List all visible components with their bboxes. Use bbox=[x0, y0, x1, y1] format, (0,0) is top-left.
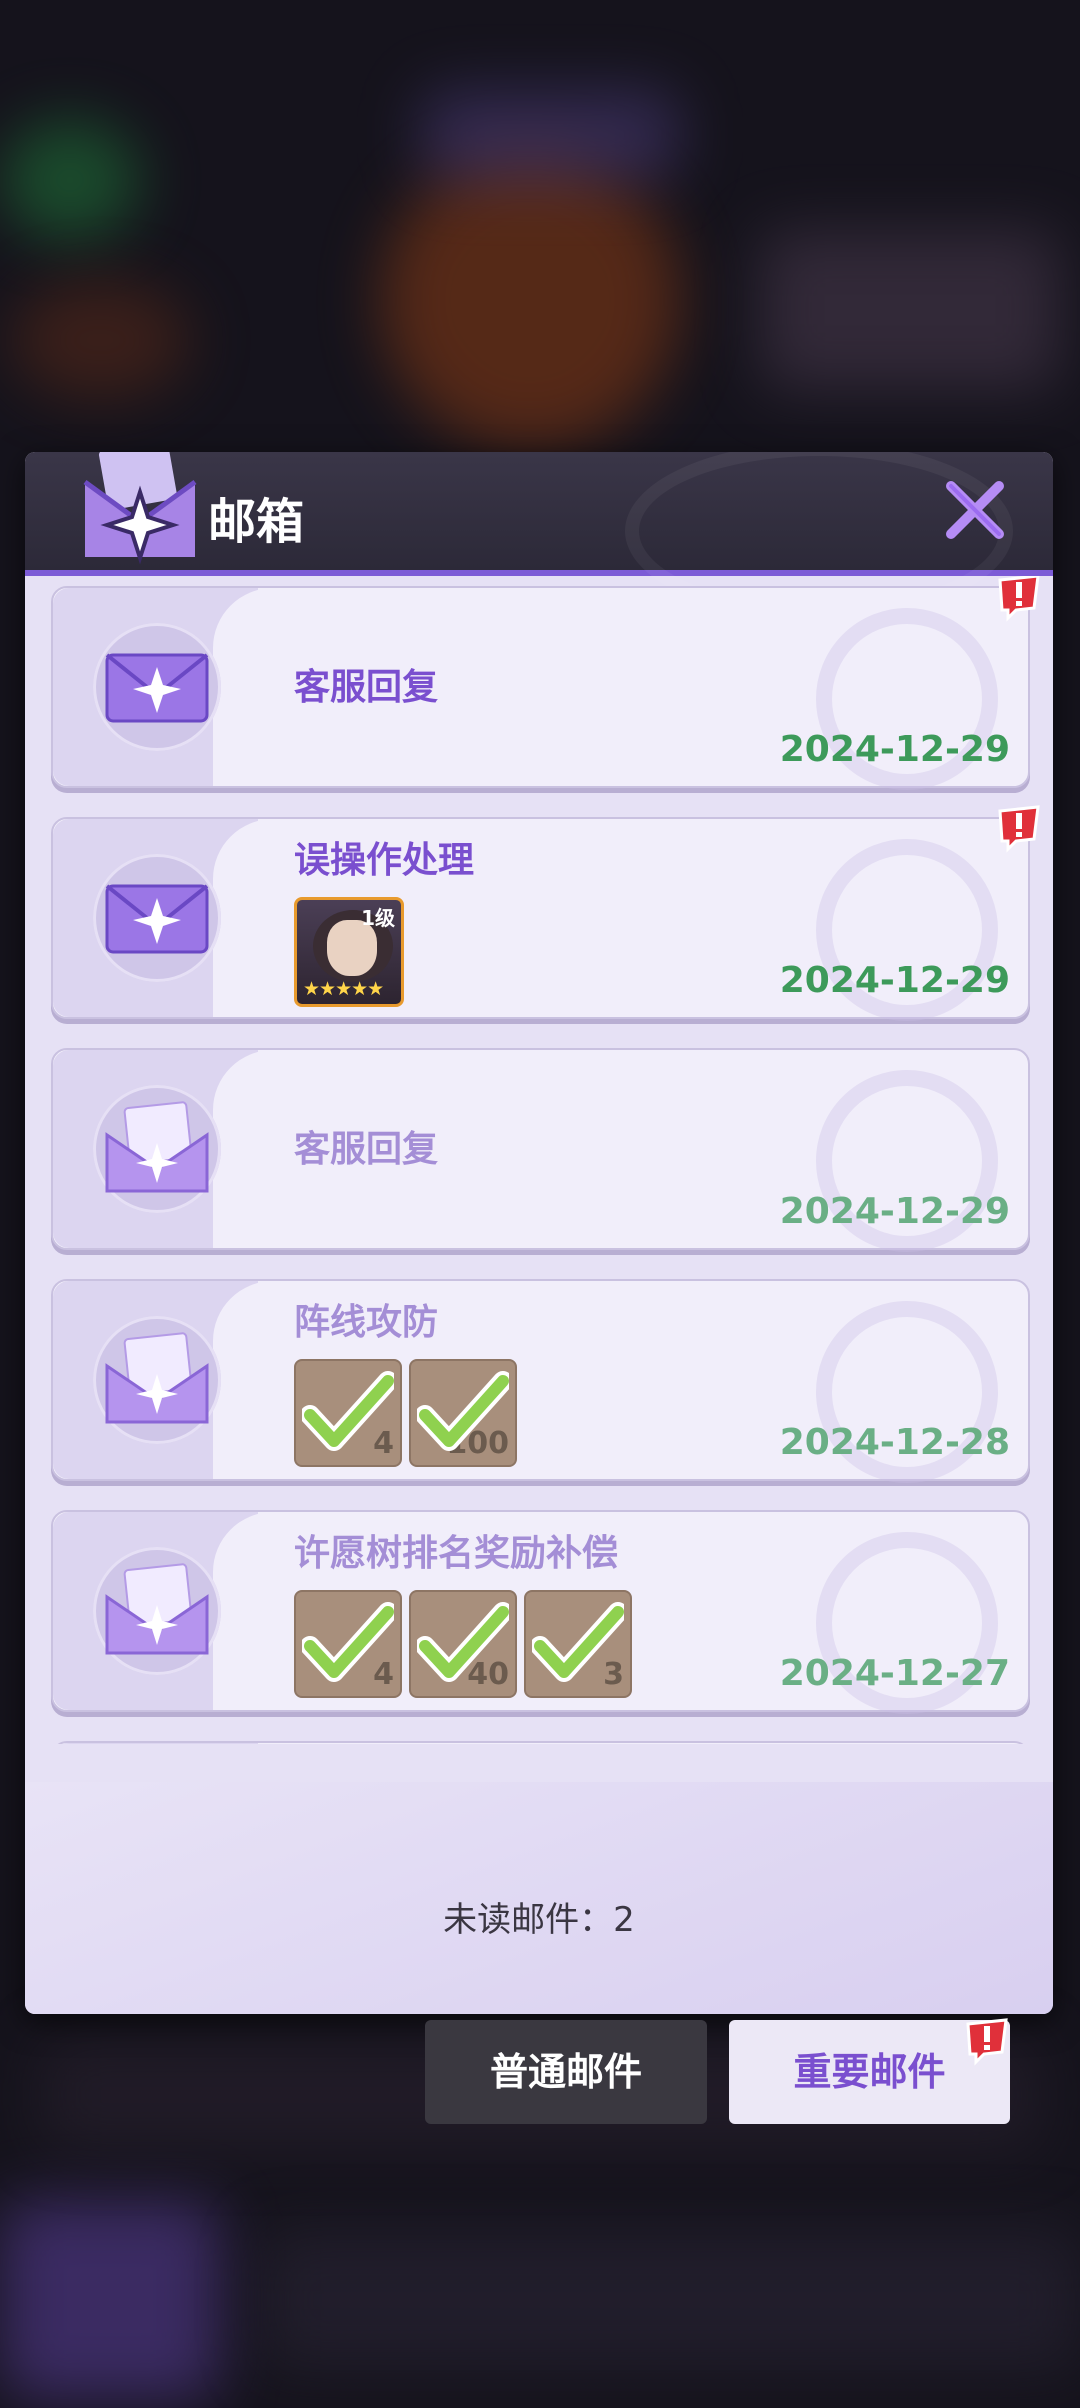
mailbox-header: 邮箱 bbox=[25, 452, 1053, 620]
mail-item[interactable]: 客服回复 2024-12-29 bbox=[51, 1048, 1030, 1252]
claimed-attachment: 4 bbox=[294, 1590, 402, 1698]
unread-envelope-icon bbox=[93, 854, 221, 982]
checkmark-icon bbox=[302, 1602, 394, 1682]
mailbox-panel: 邮箱 客服回复 2024-12-29 误操作处理 1级 ★★★★★ 2024-1… bbox=[25, 452, 1053, 2014]
mail-list[interactable]: 客服回复 2024-12-29 误操作处理 1级 ★★★★★ 2024-12-2… bbox=[25, 576, 1053, 1744]
opened-envelope-icon bbox=[93, 1316, 221, 1444]
mail-date: 2024-12-28 bbox=[779, 1422, 1010, 1463]
unread-count: 未读邮件：2 bbox=[443, 1900, 635, 1940]
mail-date: 2024-12-27 bbox=[779, 1653, 1010, 1694]
mail-item[interactable]: 客服回复 2024-12-29 bbox=[51, 576, 1040, 790]
claimed-attachment: 3 bbox=[524, 1590, 632, 1698]
alert-badge-icon bbox=[966, 2018, 1008, 2066]
hero-level: 1级 bbox=[361, 906, 395, 930]
checkmark-icon bbox=[417, 1602, 509, 1682]
checkmark-icon bbox=[302, 1371, 394, 1451]
mail-subject: 阵线攻防 bbox=[294, 1302, 439, 1343]
mail-item-partial[interactable] bbox=[51, 1741, 1030, 1744]
mailbox-icon bbox=[83, 452, 197, 565]
tab-normal-mail[interactable]: 普通邮件 bbox=[425, 2020, 707, 2124]
mail-item[interactable]: 阵线攻防 4 100 2024-12-28 bbox=[51, 1279, 1030, 1483]
alert-badge-icon bbox=[998, 805, 1040, 853]
mail-date: 2024-12-29 bbox=[779, 960, 1010, 1001]
claimed-attachment: 40 bbox=[409, 1590, 517, 1698]
mail-date: 2024-12-29 bbox=[779, 729, 1010, 770]
claimed-attachment: 100 bbox=[409, 1359, 517, 1467]
mail-subject: 误操作处理 bbox=[294, 840, 475, 881]
hero-card-attachment: 1级 ★★★★★ bbox=[294, 897, 404, 1007]
opened-envelope-icon bbox=[93, 1547, 221, 1675]
mail-subject: 许愿树排名奖励补偿 bbox=[294, 1533, 619, 1574]
hero-stars: ★★★★★ bbox=[303, 978, 384, 1000]
unread-envelope-icon bbox=[93, 623, 221, 751]
mail-item[interactable]: 误操作处理 1级 ★★★★★ 2024-12-29 bbox=[51, 805, 1040, 1021]
opened-envelope-icon bbox=[93, 1085, 221, 1213]
close-button[interactable] bbox=[937, 472, 1013, 548]
page-title: 邮箱 bbox=[208, 494, 305, 550]
mail-subject: 客服回复 bbox=[294, 667, 439, 708]
mail-date: 2024-12-29 bbox=[779, 1191, 1010, 1232]
mail-subject: 客服回复 bbox=[294, 1129, 439, 1170]
checkmark-icon bbox=[532, 1602, 624, 1682]
mail-item[interactable]: 许愿树排名奖励补偿 4 40 3 2024-12-27 bbox=[51, 1510, 1030, 1714]
checkmark-icon bbox=[417, 1371, 509, 1451]
claimed-attachment: 4 bbox=[294, 1359, 402, 1467]
alert-badge-icon bbox=[998, 576, 1040, 622]
